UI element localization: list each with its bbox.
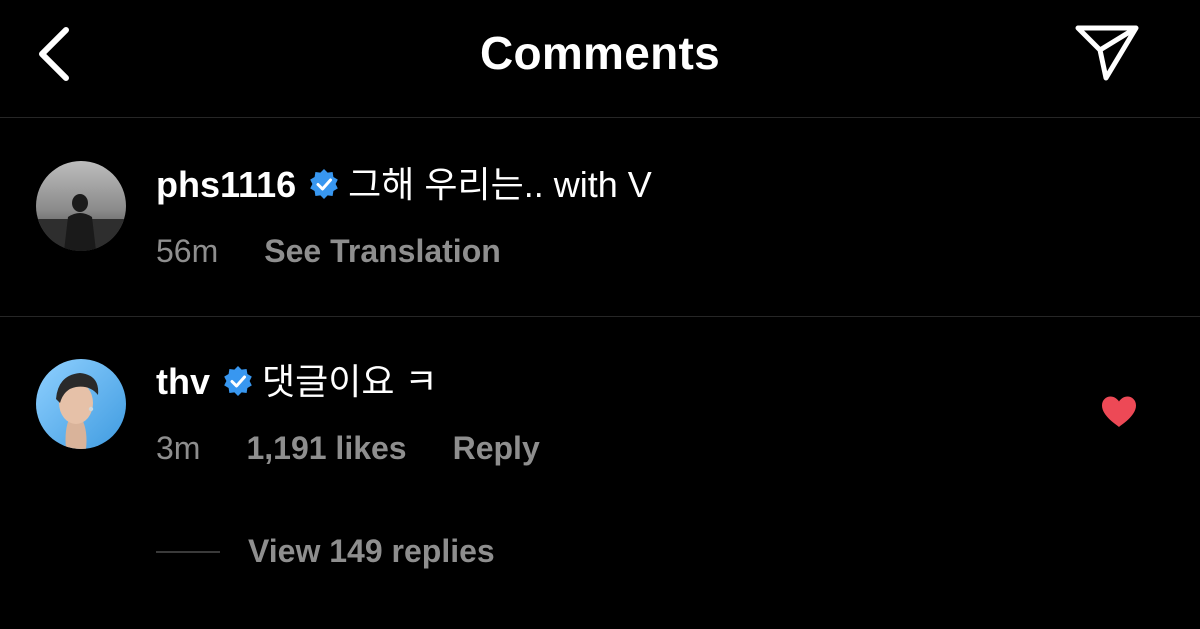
comment-text: 그해 우리는.. with V [348,164,652,205]
replies-divider [156,550,220,553]
like-button[interactable] [1100,395,1138,429]
paper-plane-icon [1075,25,1139,81]
heart-filled-icon [1102,396,1136,427]
view-replies-button[interactable]: View 149 replies [156,533,495,577]
comment-item: thv 댓글이요 ㅋ 3m 1,191 likes Reply View 149 re… [0,317,1200,629]
comment-username[interactable]: phs1116 [156,164,296,205]
avatar-image [36,161,126,251]
comment-text: 댓글이요 ㅋ [262,361,438,402]
avatar[interactable] [36,359,126,449]
comment-item: phs1116 그해 우리는.. with V 56m See Translatio… [0,118,1200,317]
comment-body: thv 댓글이요 ㅋ [156,360,438,404]
avatar-image [36,359,126,449]
comment-time: 56m [156,233,219,269]
page-title: Comments [479,27,721,79]
verified-badge-icon [224,366,252,396]
reply-button[interactable]: Reply [453,430,540,466]
verified-badge-icon [310,169,338,199]
see-translation-button[interactable]: See Translation [264,233,501,269]
share-button[interactable] [1070,20,1142,84]
likes-count-button[interactable]: 1,191 likes [246,430,406,466]
comment-body: phs1116 그해 우리는.. with V [156,163,652,207]
comment-meta: 56m See Translation [156,231,501,271]
avatar[interactable] [36,161,126,251]
view-replies-label: View 149 replies [248,533,495,569]
comment-meta: 3m 1,191 likes Reply [156,428,540,468]
header-bar: Comments [0,0,1200,118]
comment-username[interactable]: thv [156,361,210,402]
comment-time: 3m [156,430,201,466]
